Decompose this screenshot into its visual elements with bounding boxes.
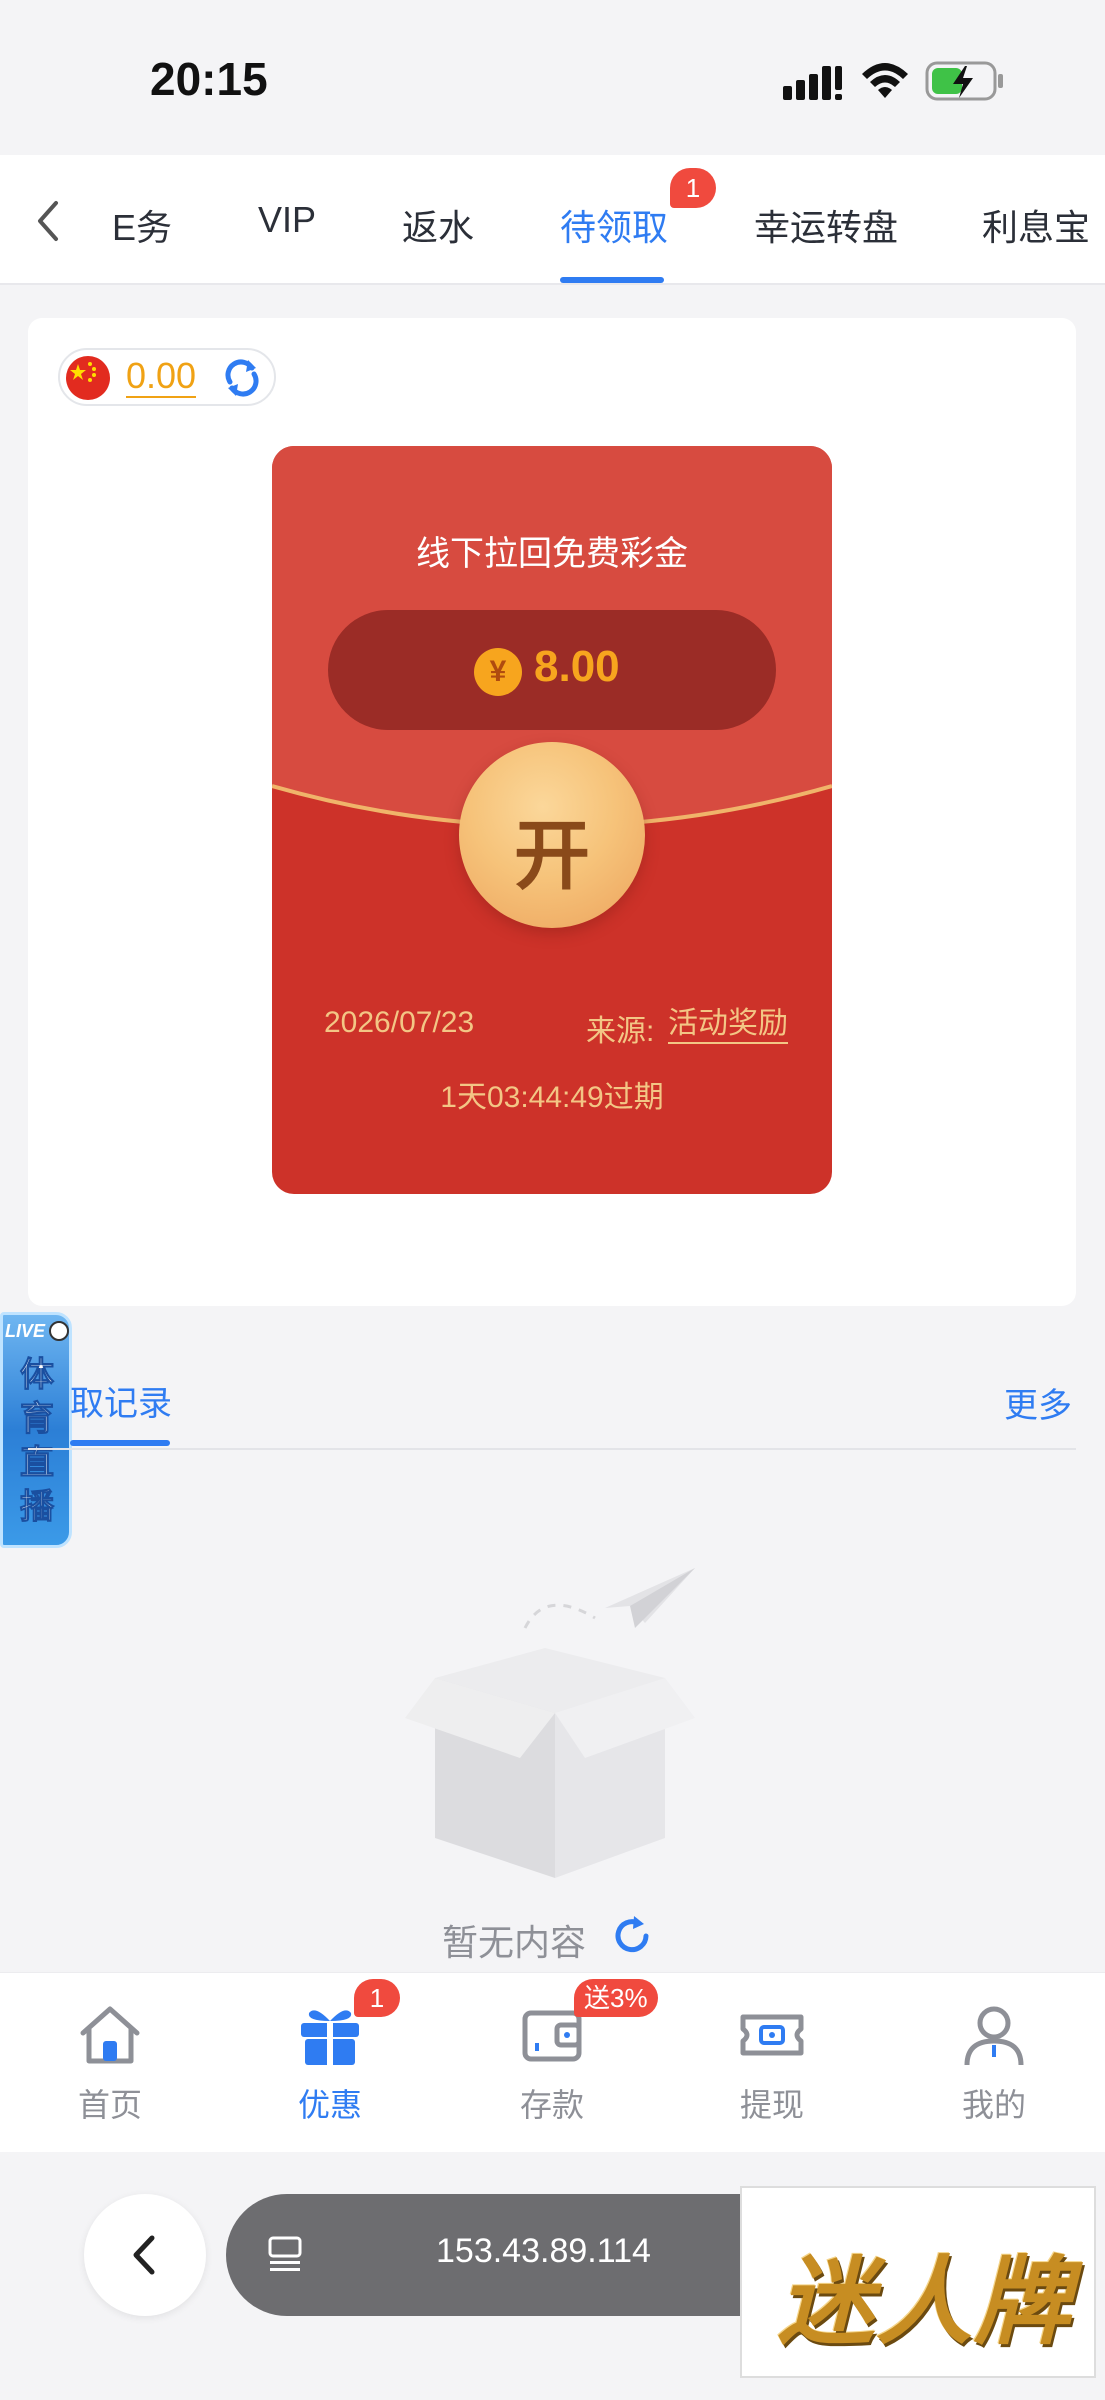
- tabs-overview-icon: [268, 2236, 302, 2271]
- tab-lucky-wheel[interactable]: 幸运转盘: [754, 199, 898, 251]
- status-bar: 20:15: [0, 0, 1105, 155]
- nav-promo-label: 优惠: [297, 2087, 362, 2123]
- envelope-source-label: 来源:: [586, 1015, 655, 1048]
- nav-home[interactable]: 首页: [40, 2003, 180, 2126]
- records-more-link[interactable]: 更多: [1004, 1378, 1072, 1427]
- envelope-title: 线下拉回免费彩金: [416, 535, 688, 573]
- envelope-source-link[interactable]: 活动奖励: [668, 1006, 788, 1044]
- promo-tab-bar: E务 VIP 返水 待领取 幸运转盘 利息宝: [0, 155, 1105, 285]
- home-icon: [80, 2006, 140, 2064]
- records-tab[interactable]: 取记录: [70, 1376, 172, 1425]
- empty-box-illustration: [405, 1568, 695, 1878]
- user-icon: [964, 2006, 1024, 2066]
- chevron-left-icon: [133, 2235, 155, 2275]
- live-tag: LIVE: [5, 1321, 46, 1341]
- nav-mine[interactable]: 我的: [924, 2003, 1064, 2126]
- nav-promo[interactable]: 优惠: [260, 2003, 400, 2126]
- tab-pending-badge: 1: [670, 168, 716, 208]
- envelope-expire-countdown: 1天03:44:49过期: [440, 1081, 664, 1114]
- status-time: 20:15: [150, 53, 268, 105]
- nav-withdraw-label: 提现: [739, 2087, 804, 2123]
- bottom-nav: 首页 优惠 1 存款 送3% 提现 我的: [0, 1972, 1105, 2152]
- records-divider: [28, 1448, 1076, 1450]
- open-envelope-button[interactable]: 开: [459, 742, 645, 928]
- wifi-icon: [862, 63, 908, 98]
- china-flag-icon: [66, 356, 110, 400]
- address-url: 153.43.89.114: [436, 2232, 651, 2270]
- refresh-balance-icon[interactable]: [220, 356, 264, 400]
- nav-promo-badge: 1: [354, 1979, 400, 2017]
- ad-banner[interactable]: 迷人牌: [740, 2186, 1096, 2378]
- tab-active-indicator: [560, 277, 664, 283]
- tab-interest[interactable]: 利息宝: [982, 199, 1090, 251]
- nav-deposit-badge: 送3%: [574, 1979, 658, 2017]
- envelope-amount-pill: ¥ 8.00: [328, 610, 776, 730]
- balance-amount: 0.00: [126, 355, 197, 398]
- live-widget-text: 体育直播: [20, 1356, 55, 1527]
- red-envelope: 线下拉回免费彩金 ¥ 8.00 开 2026/07/23 来源: 活动奖励 1天…: [272, 446, 832, 1194]
- tab-pending[interactable]: 待领取: [560, 199, 668, 251]
- browser-toolbar: 153.43.89.114 迷人牌: [0, 2152, 1105, 2400]
- browser-back-button[interactable]: [84, 2194, 206, 2316]
- yuan-coin-icon: ¥: [474, 648, 522, 696]
- nav-deposit-label: 存款: [519, 2087, 584, 2123]
- nav-deposit[interactable]: 存款: [482, 2003, 622, 2126]
- tab-vip[interactable]: VIP: [258, 199, 316, 241]
- tab-rebate[interactable]: 返水: [402, 199, 474, 251]
- signal-icon: [783, 66, 842, 100]
- withdraw-icon: [740, 2014, 804, 2056]
- records-tab-indicator: [70, 1440, 170, 1446]
- empty-state-text: 暂无内容: [442, 1922, 587, 1963]
- ad-text: 迷人牌: [778, 2249, 1072, 2356]
- nav-withdraw[interactable]: 提现: [702, 2003, 842, 2126]
- envelope-card: 0.00 线下拉回免费彩金 ¥ 8.00 开 2026/07/23 来源: 活动…: [28, 318, 1076, 1306]
- envelope-date: 2026/07/23: [324, 1006, 475, 1039]
- tab-back-icon[interactable]: [30, 197, 64, 245]
- tab-task[interactable]: E务: [112, 199, 172, 251]
- nav-home-label: 首页: [77, 2087, 142, 2123]
- battery-icon: [925, 61, 1003, 101]
- live-sports-widget[interactable]: LIVE 体育直播: [0, 1312, 72, 1548]
- soccer-ball-icon: [49, 1321, 69, 1341]
- nav-mine-label: 我的: [961, 2087, 1026, 2123]
- open-label: 开: [514, 814, 590, 899]
- balance-chip: 0.00: [58, 348, 276, 406]
- empty-refresh-icon[interactable]: [610, 1914, 654, 1958]
- envelope-amount: 8.00: [534, 642, 620, 691]
